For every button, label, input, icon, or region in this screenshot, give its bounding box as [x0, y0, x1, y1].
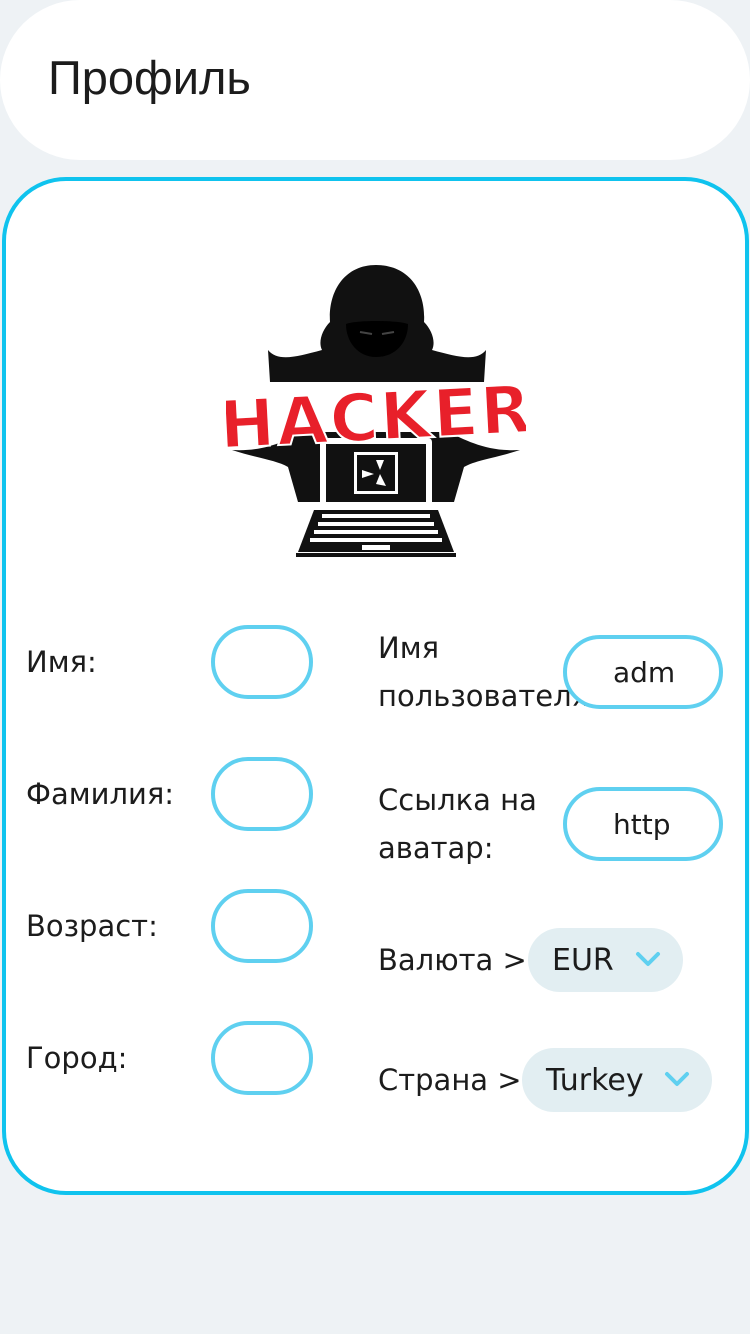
chevron-down-icon — [636, 952, 660, 966]
last-name-label: Фамилия: — [26, 777, 175, 811]
logo-text: HACKER — [226, 371, 526, 464]
currency-label: Валюта > — [378, 943, 527, 977]
city-label: Город: — [26, 1041, 128, 1075]
age-label: Возраст: — [26, 909, 158, 943]
avatar-link-label: Ссылка на аватар: — [378, 783, 537, 865]
country-value: Turkey — [546, 1062, 644, 1098]
currency-select[interactable]: EUR — [528, 928, 683, 992]
first-name-label: Имя: — [26, 645, 97, 679]
chevron-down-icon — [665, 1072, 689, 1086]
page-title: Профиль — [48, 51, 251, 104]
header-bar: Профиль — [0, 0, 750, 160]
avatar-link-field[interactable] — [563, 787, 723, 861]
username-field[interactable] — [563, 635, 723, 709]
first-name-field[interactable] — [211, 625, 313, 699]
city-field[interactable] — [211, 1021, 313, 1095]
avatar-logo: HACKER — [226, 265, 526, 557]
country-select[interactable]: Turkey — [522, 1048, 712, 1112]
last-name-field[interactable] — [211, 757, 313, 831]
currency-value: EUR — [552, 942, 614, 978]
country-label: Страна > — [378, 1063, 522, 1097]
username-label: Имя пользователя: — [378, 631, 599, 713]
age-field[interactable] — [211, 889, 313, 963]
